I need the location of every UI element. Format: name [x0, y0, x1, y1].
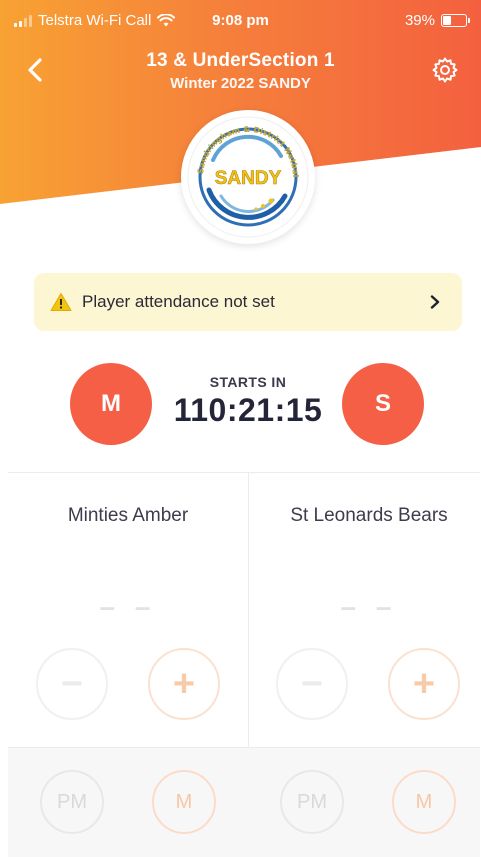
association-logo: Sandringham & District Netball Associati… [178, 103, 315, 244]
away-score: – – [340, 591, 398, 622]
logo-graphic: Sandringham & District Netball Associati… [178, 103, 309, 238]
away-team-name: St Leonards Bears [290, 505, 448, 526]
plus-icon: + [412, 663, 436, 705]
gear-icon [432, 57, 458, 83]
away-m-chip[interactable]: M [392, 770, 456, 834]
back-button[interactable] [22, 56, 50, 84]
chevron-left-icon [28, 58, 42, 82]
header-titles: 13 & UnderSection 1 Winter 2022 SANDY [70, 50, 411, 92]
away-pm-chip[interactable]: PM [280, 770, 344, 834]
attendance-alert[interactable]: Player attendance not set [34, 273, 462, 331]
battery-fill [443, 16, 451, 25]
status-right: 39% [404, 12, 470, 29]
home-decrement-button[interactable]: − [36, 648, 108, 720]
status-bar: Telstra Wi-Fi Call 9:08 pm 39% [0, 0, 481, 40]
minus-icon: − [300, 663, 324, 705]
game-screen: Telstra Wi-Fi Call 9:08 pm 39% 13 & Unde… [0, 0, 481, 857]
home-increment-button[interactable]: + [148, 648, 220, 720]
away-increment-button[interactable]: + [388, 648, 460, 720]
home-team-avatar[interactable]: M [70, 363, 152, 445]
page-title: 13 & UnderSection 1 [146, 50, 335, 71]
settings-button[interactable] [431, 56, 459, 84]
away-decrement-button[interactable]: − [276, 648, 348, 720]
battery-icon [441, 14, 470, 27]
home-pm-chip[interactable]: PM [40, 770, 104, 834]
score-panel: Minties Amber St Leonards Bears – – – – … [8, 472, 480, 857]
home-score: – – [99, 591, 157, 622]
home-m-chip[interactable]: M [152, 770, 216, 834]
battery-percent: 39% [404, 12, 435, 29]
warning-icon [50, 293, 72, 311]
away-team-avatar[interactable]: S [342, 363, 424, 445]
minus-icon: − [60, 663, 84, 705]
logo-center-text: SANDY [215, 168, 282, 189]
alert-text: Player attendance not set [82, 292, 275, 311]
home-team-name: Minties Amber [67, 505, 189, 526]
starts-in-label: STARTS IN [209, 374, 287, 390]
plus-icon: + [172, 663, 196, 705]
chevron-right-icon [430, 295, 440, 309]
page-subtitle: Winter 2022 SANDY [170, 75, 311, 92]
countdown-timer: 110:21:15 [173, 392, 323, 428]
countdown: STARTS IN 110:21:15 [160, 374, 336, 429]
